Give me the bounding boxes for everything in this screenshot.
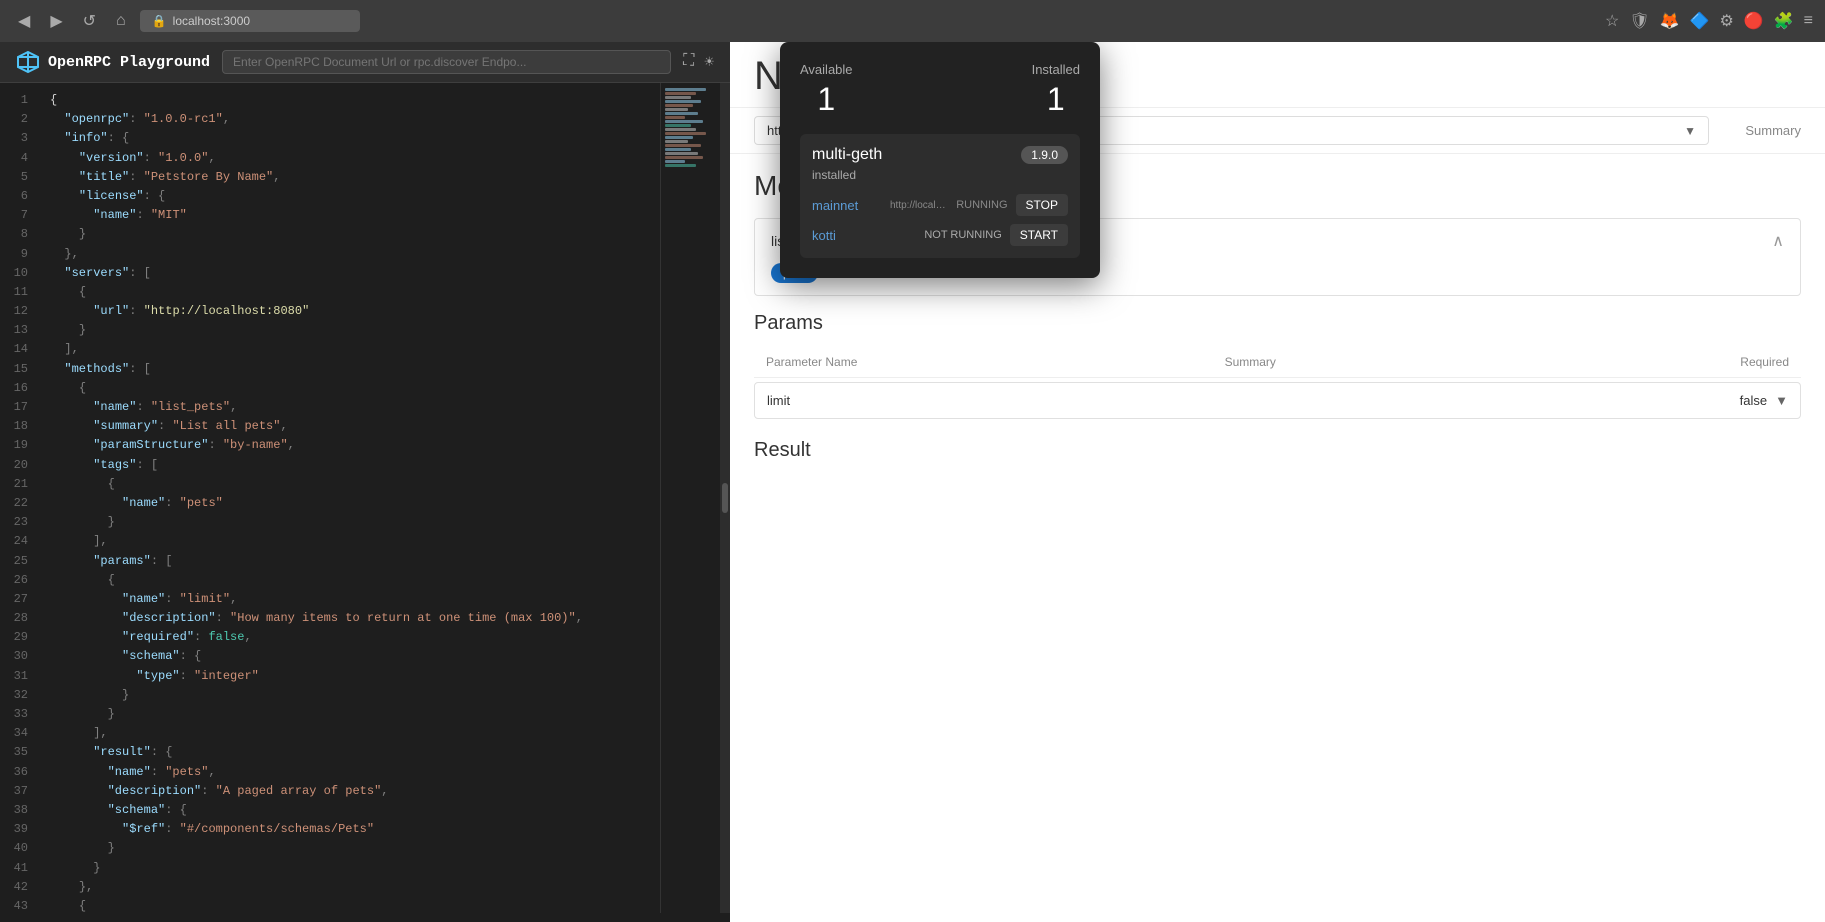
plugin-overlay-header: Available 1 Installed 1 — [800, 62, 1080, 118]
editor-header: OpenRPC Playground ⛶ ☀ — [0, 42, 730, 83]
app-name: OpenRPC Playground — [48, 54, 210, 71]
ext2-icon[interactable]: 🔷 — [1690, 11, 1710, 31]
dropdown-chevron-icon: ▼ — [1684, 124, 1696, 138]
network-row-mainnet: mainnet http://localh... multi-geth/main… — [812, 194, 1068, 216]
params-table: Parameter Name Summary Required — [754, 347, 1801, 378]
installed-stat: Installed 1 — [1032, 62, 1080, 118]
param-name-header: Parameter Name — [754, 347, 1213, 378]
param-row-limit: limit false ▼ — [754, 382, 1801, 419]
result-title: Result — [754, 439, 1801, 462]
right-panel: Available 1 Installed 1 multi-geth 1.9.0… — [730, 42, 1825, 922]
browser-actions: ☆ 🛡 🦊 🔷 ⚙ 🔴 🧩 ≡ — [1605, 11, 1813, 31]
app-container: OpenRPC Playground ⛶ ☀ 12345 678910 1112… — [0, 42, 1825, 922]
result-section: Result — [754, 439, 1801, 462]
plugin-item: multi-geth 1.9.0 installed mainnet http:… — [800, 134, 1080, 258]
ext1-icon[interactable]: 🦊 — [1660, 11, 1680, 31]
summary-header: Summary — [1213, 347, 1512, 378]
address-bar[interactable]: 🔒 localhost:3000 — [140, 10, 360, 32]
plugin-overlay: Available 1 Installed 1 multi-geth 1.9.0… — [780, 42, 1100, 278]
network-row-kotti: kotti NOT RUNNING START — [812, 224, 1068, 246]
editor-icons: ⛶ ☀ — [683, 52, 714, 72]
theme-icon[interactable]: ☀ — [704, 52, 714, 72]
installed-label: Installed — [1032, 62, 1080, 77]
ext3-icon[interactable]: 🔴 — [1744, 11, 1764, 31]
browser-chrome: ◀ ▶ ↺ ⌂ 🔒 localhost:3000 ☆ 🛡 🦊 🔷 ⚙ 🔴 🧩 ≡ — [0, 0, 1825, 42]
params-section: Params Parameter Name Summary Required l… — [754, 312, 1801, 419]
editor-content: 12345 678910 1112131415 1617181920 21222… — [0, 83, 730, 913]
network-name-mainnet: mainnet — [812, 198, 882, 213]
plugin-networks: mainnet http://localh... multi-geth/main… — [812, 194, 1068, 246]
openrpc-logo-icon — [16, 50, 40, 74]
available-count: 1 — [800, 81, 853, 118]
available-stat: Available 1 — [800, 62, 853, 118]
forward-button[interactable]: ▶ — [44, 7, 68, 35]
start-button[interactable]: START — [1010, 224, 1068, 246]
editor-panel: OpenRPC Playground ⛶ ☀ 12345 678910 1112… — [0, 42, 730, 922]
lock-icon: 🔒 — [152, 14, 167, 28]
app-logo: OpenRPC Playground — [16, 50, 210, 74]
chevron-up-icon: ∧ — [1772, 231, 1784, 251]
required-value: false — [1740, 393, 1767, 408]
summary-col-header: Summary — [1721, 123, 1801, 138]
address-text: localhost:3000 — [173, 14, 250, 28]
plugin-status: installed — [812, 168, 1068, 182]
menu-icon[interactable]: ≡ — [1804, 12, 1813, 30]
plugin-name: multi-geth — [812, 146, 882, 164]
param-name-limit: limit — [767, 393, 1740, 408]
plugin-version-badge: 1.9.0 — [1021, 146, 1068, 164]
line-numbers: 12345 678910 1112131415 1617181920 21222… — [0, 83, 38, 913]
scrollbar[interactable] — [720, 83, 730, 913]
scroll-thumb — [722, 483, 728, 513]
openrpc-url-input[interactable] — [222, 50, 671, 74]
plugin-item-header: multi-geth 1.9.0 — [812, 146, 1068, 164]
home-button[interactable]: ⌂ — [110, 8, 132, 34]
code-editor-area[interactable]: { "openrpc": "1.0.0-rc1", "info": { "ver… — [38, 83, 660, 913]
network-url-mainnet: http://localh... multi-geth/mainnet/1.9.… — [890, 200, 948, 211]
network-name-kotti: kotti — [812, 228, 882, 243]
available-label: Available — [800, 62, 853, 77]
ext4-icon[interactable]: 🧩 — [1774, 11, 1794, 31]
stop-button[interactable]: STOP — [1016, 194, 1068, 216]
refresh-button[interactable]: ↺ — [77, 7, 102, 35]
network-status-mainnet: RUNNING — [956, 199, 1007, 211]
network-status-kotti: NOT RUNNING — [924, 229, 1001, 241]
param-dropdown-icon[interactable]: ▼ — [1775, 393, 1788, 408]
shield-icon[interactable]: 🛡 — [1629, 11, 1649, 31]
params-title: Params — [754, 312, 1801, 335]
param-required-limit: false ▼ — [1740, 393, 1788, 408]
editor-minimap — [660, 83, 720, 913]
installed-count: 1 — [1032, 81, 1080, 118]
fullscreen-icon[interactable]: ⛶ — [683, 52, 694, 72]
required-header: Required — [1512, 347, 1801, 378]
bookmark-icon[interactable]: ☆ — [1605, 11, 1619, 31]
back-button[interactable]: ◀ — [12, 7, 36, 35]
settings-icon[interactable]: ⚙ — [1719, 11, 1733, 31]
